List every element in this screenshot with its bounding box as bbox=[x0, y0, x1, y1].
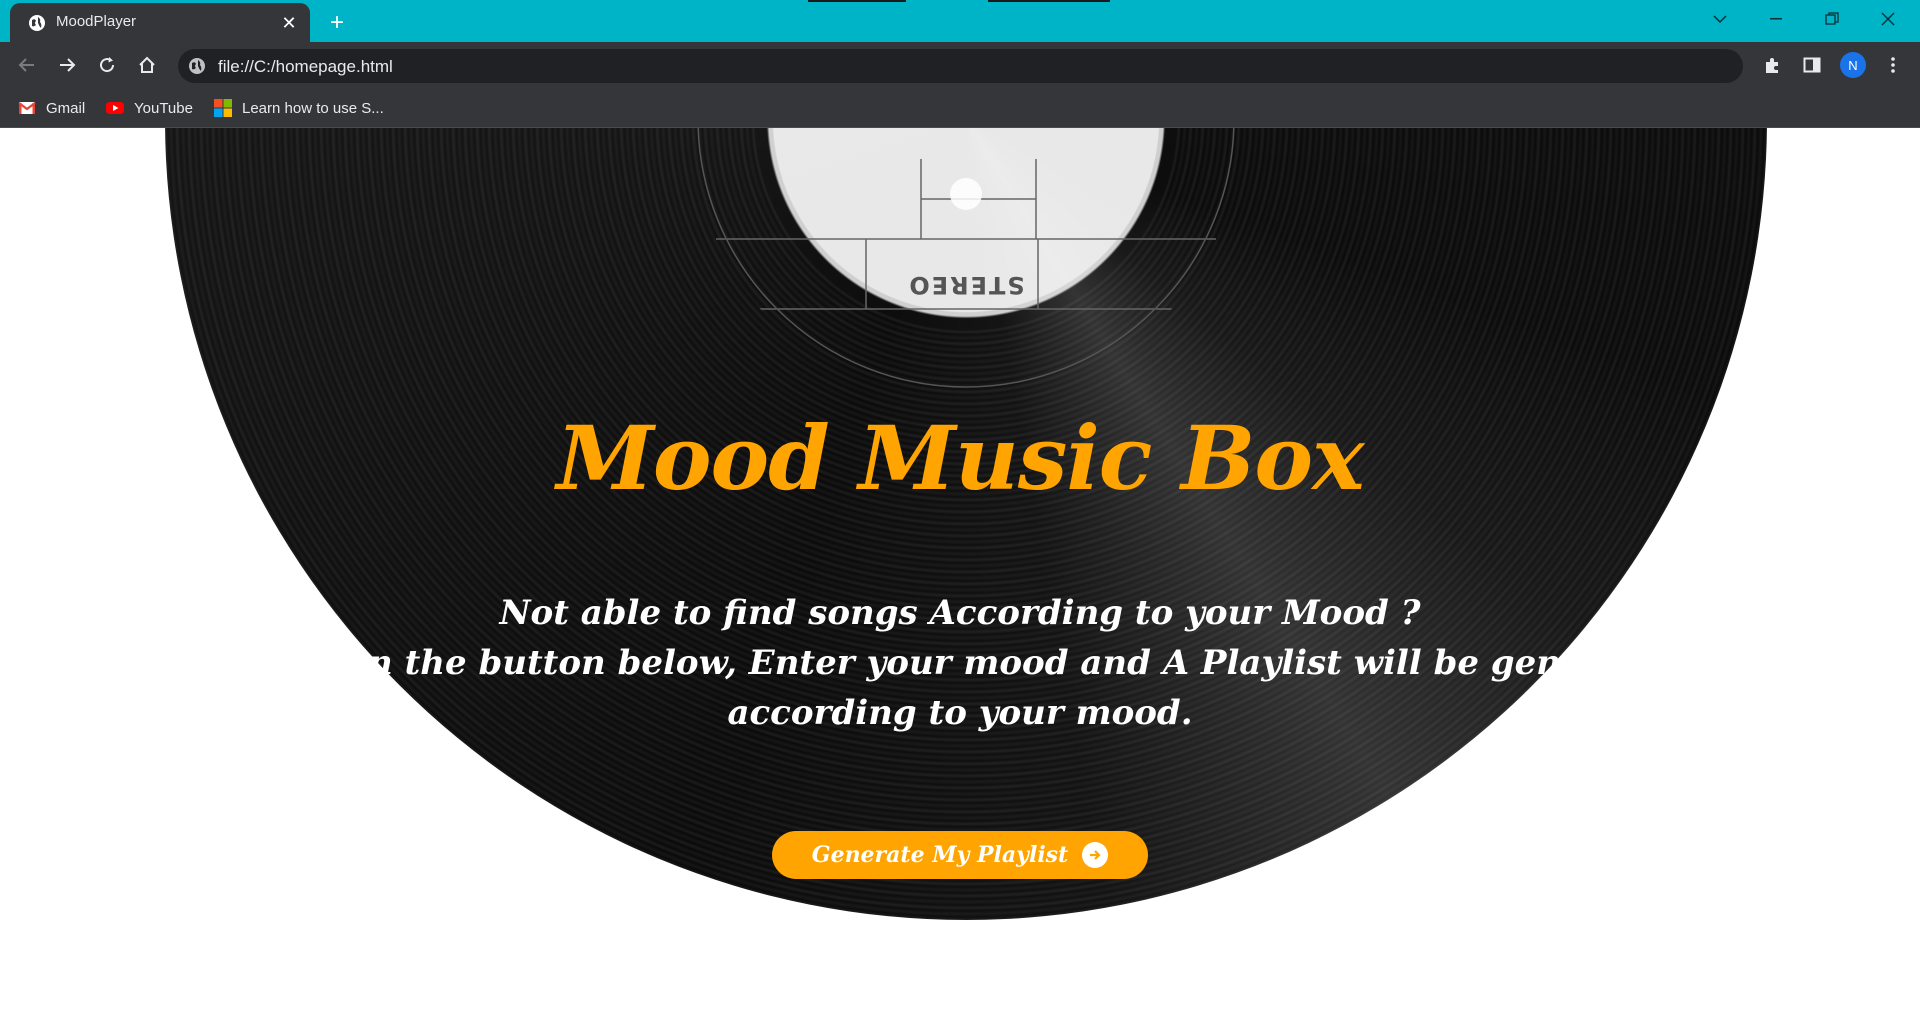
youtube-icon bbox=[106, 102, 124, 114]
bookmark-label: Learn how to use S... bbox=[242, 99, 384, 117]
record-label-text: STEREO bbox=[907, 271, 1025, 299]
globe-icon bbox=[29, 15, 45, 31]
globe-icon bbox=[189, 58, 205, 74]
tab-search-icon[interactable] bbox=[1692, 0, 1748, 38]
close-window-icon[interactable] bbox=[1860, 0, 1916, 38]
subtitle-line: Not able to find songs According to your… bbox=[499, 593, 1421, 633]
bookmark-learn[interactable]: Learn how to use S... bbox=[214, 97, 384, 119]
title-bar-mark bbox=[808, 0, 906, 2]
extensions-icon[interactable] bbox=[1757, 50, 1787, 80]
new-tab-button[interactable]: + bbox=[322, 8, 352, 38]
microsoft-icon bbox=[214, 99, 232, 117]
arrow-right-icon bbox=[1082, 842, 1109, 868]
restore-icon[interactable] bbox=[1804, 0, 1860, 38]
forward-icon[interactable] bbox=[52, 50, 82, 80]
generate-playlist-label: Generate My Playlist bbox=[811, 842, 1069, 868]
tab-title: MoodPlayer bbox=[56, 13, 137, 30]
gmail-icon bbox=[18, 102, 36, 114]
bookmark-label: Gmail bbox=[46, 99, 86, 117]
bookmarks-bar: Gmail YouTube Learn how to use S... bbox=[0, 88, 1920, 128]
browser-chrome: MoodPlayer ✕ + file://C:/homepage.html N… bbox=[0, 0, 1920, 128]
subtitle-line: Click on the button below, Enter your mo… bbox=[236, 643, 1684, 683]
minimize-icon[interactable] bbox=[1748, 0, 1804, 38]
reload-icon[interactable] bbox=[92, 50, 122, 80]
home-icon[interactable] bbox=[132, 50, 162, 80]
side-panel-icon[interactable] bbox=[1797, 50, 1827, 80]
bookmark-label: YouTube bbox=[134, 99, 193, 117]
bookmark-youtube[interactable]: YouTube bbox=[106, 97, 193, 119]
profile-avatar[interactable]: N bbox=[1840, 52, 1866, 78]
toolbar: file://C:/homepage.html N bbox=[0, 42, 1920, 88]
subtitle-line: according to your mood. bbox=[727, 693, 1193, 733]
tab-active[interactable]: MoodPlayer ✕ bbox=[10, 3, 310, 42]
tab-strip: MoodPlayer ✕ + bbox=[0, 0, 1920, 42]
close-tab-icon[interactable]: ✕ bbox=[278, 12, 300, 34]
bookmark-gmail[interactable]: Gmail bbox=[18, 97, 85, 119]
generate-playlist-button[interactable]: Generate My Playlist bbox=[772, 831, 1148, 879]
page-subtitle: Not able to find songs According to your… bbox=[0, 588, 1920, 738]
back-icon[interactable] bbox=[12, 50, 42, 80]
address-bar[interactable]: file://C:/homepage.html bbox=[178, 49, 1743, 83]
vinyl-record-image: STEREO bbox=[165, 128, 1767, 920]
page-content: STEREO Mood Music Box Not able to find s… bbox=[0, 128, 1920, 1030]
address-text: file://C:/homepage.html bbox=[218, 57, 393, 76]
menu-kebab-icon[interactable] bbox=[1878, 50, 1908, 80]
page-title: Mood Music Box bbox=[556, 406, 1364, 510]
title-bar-mark bbox=[988, 0, 1110, 2]
